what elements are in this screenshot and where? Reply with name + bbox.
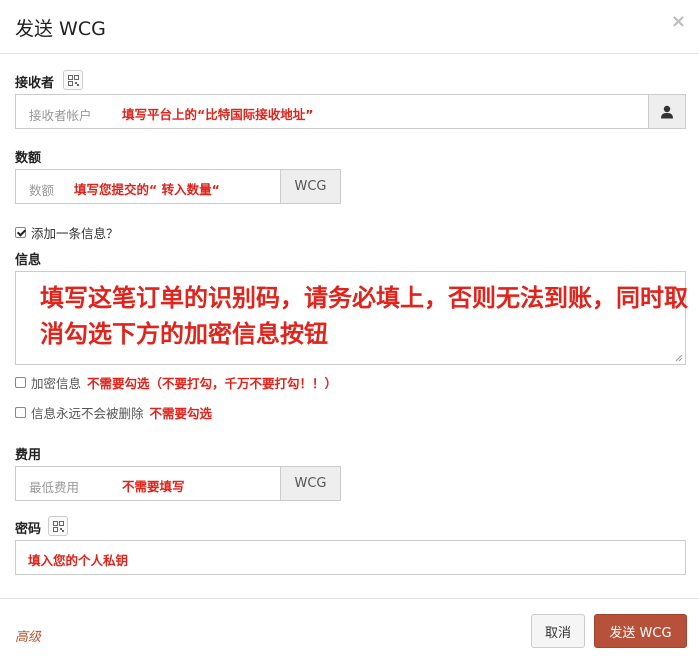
amount-label: 数额	[15, 151, 42, 166]
amount-placeholder: 数额	[29, 183, 55, 198]
permanent-check[interactable]	[15, 407, 26, 418]
password-hint: 填入您的个人私钥	[28, 553, 129, 568]
amount-hint: 填写您提交的“ 转入数量“	[74, 182, 220, 197]
modal-title: 发送 WCG	[15, 18, 106, 40]
modal-header: 发送 WCG ×	[0, 0, 699, 54]
cancel-button[interactable]: 取消	[531, 614, 585, 648]
message-label: 信息	[15, 253, 42, 268]
add-message-label: 添加一条信息？	[31, 226, 119, 241]
amount-input[interactable]: 数额 填写您提交的“ 转入数量“	[15, 169, 281, 204]
fee-hint: 不需要填写	[122, 479, 185, 494]
message-textarea[interactable]: 填写这笔订单的识别码，请务必填上，否则无法到账，同时取消勾选下方的加密信息按钮	[15, 271, 688, 365]
add-message-checkbox[interactable]: 添加一条信息？	[15, 223, 119, 242]
qr-code-icon[interactable]	[63, 70, 83, 90]
advanced-link[interactable]: 高级	[15, 626, 41, 645]
recipient-placeholder: 接收者帐户	[29, 108, 92, 123]
add-message-check[interactable]	[15, 227, 26, 238]
recipient-hint: 填写平台上的“比特国际接收地址”	[122, 107, 314, 122]
encrypt-hint: 不需要勾选（不要打勾，千万不要打勾！！）	[87, 376, 338, 391]
send-wcg-modal: 发送 WCG × 接收者 接收者帐户 填写平台上的“比特国际接收地址” 数额 数…	[0, 0, 699, 661]
close-icon[interactable]: ×	[671, 11, 686, 32]
encrypt-label: 加密信息	[31, 376, 82, 391]
recipient-input[interactable]: 接收者帐户 填写平台上的“比特国际接收地址”	[15, 94, 649, 129]
message-content: 填写这笔订单的识别码，请务必填上，否则无法到账，同时取消勾选下方的加密信息按钮	[40, 284, 688, 348]
send-wcg-button[interactable]: 发送 WCG	[594, 614, 687, 648]
fee-placeholder: 最低费用	[29, 480, 80, 495]
permanent-message-checkbox[interactable]: 信息永远不会被删除 不需要勾选	[15, 403, 212, 422]
encrypt-checkbox[interactable]: 加密信息 不需要勾选（不要打勾，千万不要打勾！！）	[15, 373, 337, 392]
password-input[interactable]: 填入您的个人私钥	[15, 540, 686, 575]
fee-label: 费用	[15, 448, 42, 463]
amount-unit: WCG	[280, 169, 341, 204]
fee-unit: WCG	[280, 466, 341, 501]
recipient-label: 接收者	[15, 76, 55, 91]
encrypt-check[interactable]	[15, 377, 26, 388]
password-label: 密码	[15, 522, 42, 537]
permanent-label: 信息永远不会被删除	[31, 406, 144, 421]
resize-grip-icon[interactable]	[675, 354, 683, 362]
fee-input[interactable]: 最低费用 不需要填写	[15, 466, 281, 501]
qr-code-icon[interactable]	[48, 516, 68, 536]
user-icon[interactable]	[648, 94, 686, 129]
permanent-hint: 不需要勾选	[149, 406, 213, 421]
